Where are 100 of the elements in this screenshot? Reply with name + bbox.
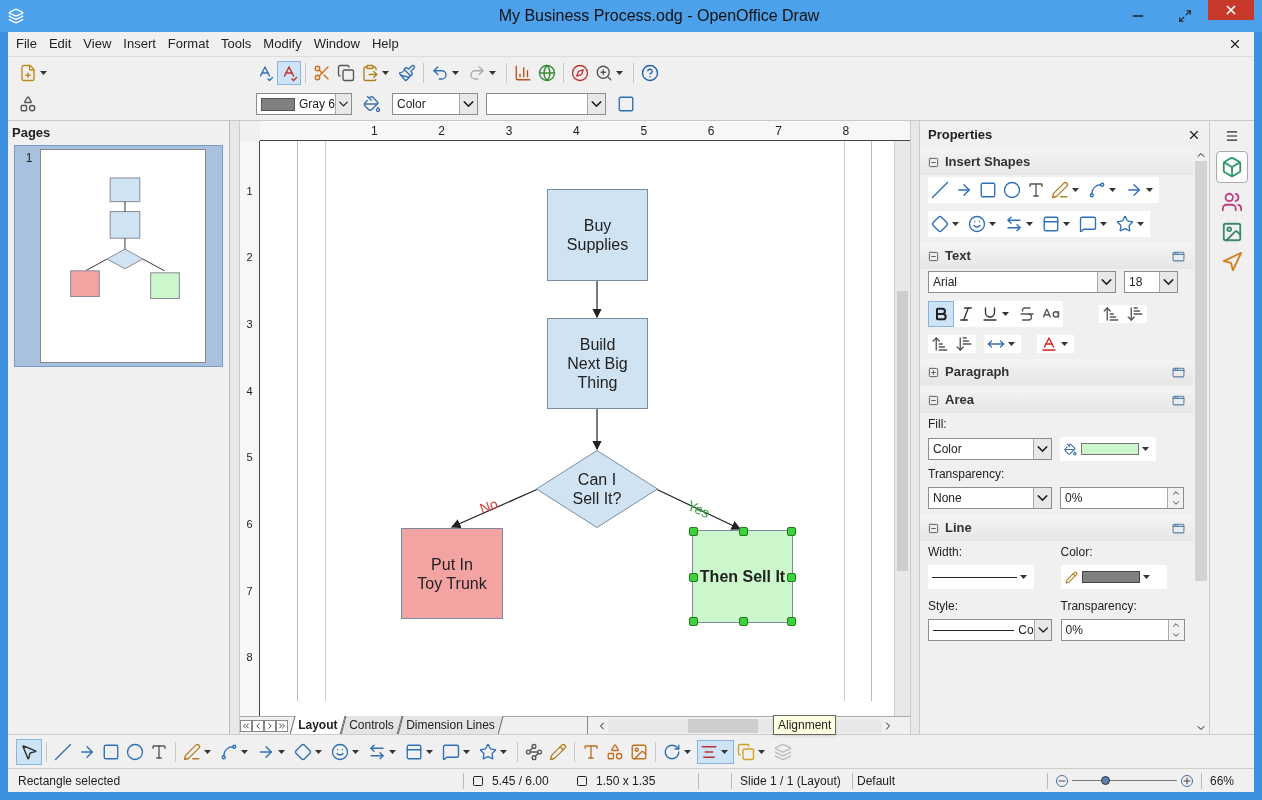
caret-icon[interactable] [40, 70, 47, 75]
caret-icon[interactable] [1020, 575, 1027, 579]
scrollbar-thumb[interactable] [1195, 161, 1207, 581]
caret-icon[interactable] [204, 749, 211, 754]
pencil-icon[interactable] [1064, 570, 1078, 584]
callout-icon[interactable] [442, 742, 460, 761]
page-thumbnail-item[interactable]: 1 [14, 145, 223, 367]
smiley-icon[interactable] [331, 742, 349, 761]
increase-font-icon[interactable] [1102, 305, 1120, 323]
globe-icon[interactable] [538, 63, 556, 82]
alignment-button[interactable] [697, 739, 734, 764]
line-style-dropdown[interactable]: Co [928, 619, 1052, 641]
close-icon[interactable] [1187, 128, 1201, 142]
bold-button[interactable] [928, 301, 954, 327]
collapse-icon[interactable] [928, 394, 939, 406]
arrow-icon[interactable] [955, 181, 973, 199]
line-icon[interactable] [54, 742, 72, 761]
chevron-down-icon[interactable] [1033, 488, 1051, 508]
copy-icon[interactable] [337, 63, 355, 82]
chevron-down-icon[interactable] [587, 94, 605, 114]
more-options-icon[interactable] [1172, 521, 1185, 535]
text-icon[interactable] [1027, 181, 1045, 199]
caret-icon[interactable] [1142, 447, 1149, 451]
menu-item[interactable]: Edit [44, 34, 76, 54]
menu-item[interactable]: Format [163, 34, 213, 54]
flowchart-icon[interactable] [405, 742, 423, 761]
spin-up-icon[interactable] [1171, 620, 1181, 630]
menu-item[interactable]: Help [367, 34, 403, 54]
decrease-font-icon[interactable] [1126, 305, 1144, 323]
gallery-icon[interactable] [1221, 191, 1243, 213]
transparency-dropdown[interactable]: None [928, 487, 1052, 509]
chevron-down-icon[interactable] [1097, 272, 1115, 292]
caret-icon[interactable] [426, 749, 433, 754]
strikethrough-icon[interactable] [1018, 305, 1036, 323]
rectangle-icon[interactable] [102, 742, 120, 761]
caret-icon[interactable] [278, 749, 285, 754]
caret-icon[interactable] [352, 749, 359, 754]
diamond-icon[interactable] [294, 742, 312, 761]
star-icon[interactable] [479, 742, 497, 761]
menu-item[interactable]: Window [309, 34, 364, 54]
font-name-dropdown[interactable]: Arial [928, 271, 1116, 293]
double-arrow-icon[interactable] [368, 742, 386, 761]
spin-up-icon[interactable] [1170, 488, 1181, 498]
font-color-icon[interactable] [1040, 335, 1058, 353]
line-color-dropdown[interactable] [1060, 565, 1167, 589]
caret-icon[interactable] [1142, 575, 1150, 579]
chevron-down-icon[interactable] [335, 94, 351, 114]
subscript-icon[interactable] [955, 335, 973, 353]
menu-icon[interactable] [1225, 129, 1239, 143]
selection-handle[interactable] [787, 617, 796, 626]
spin-down-icon[interactable] [1170, 498, 1181, 508]
drawing-canvas[interactable]: Buy Supplies Build Next Big Thing Can I Sell It? Put In Toy Trunk Then Sell It No Yes [260, 141, 910, 716]
transparency-field[interactable]: 0% [1060, 619, 1185, 641]
navigator-icon[interactable] [571, 63, 589, 82]
close-document-icon[interactable] [1228, 37, 1242, 51]
caret-icon[interactable] [452, 70, 459, 75]
selection-handle[interactable] [739, 617, 748, 626]
caret-icon[interactable] [489, 70, 496, 75]
image-icon[interactable] [630, 742, 648, 761]
selection-handle[interactable] [787, 573, 796, 582]
selection-handle[interactable] [787, 527, 796, 536]
styles-icon[interactable] [19, 95, 37, 113]
menu-item[interactable]: File [12, 34, 41, 54]
fill-dropdown[interactable]: Color [928, 438, 1052, 460]
line-color-dropdown[interactable]: Gray 6 [256, 93, 352, 115]
caret-icon[interactable] [616, 70, 623, 75]
selection-handle[interactable] [689, 617, 698, 626]
diamond-icon[interactable] [931, 215, 949, 233]
fontwork-icon[interactable] [582, 742, 600, 761]
caret-icon[interactable] [315, 749, 322, 754]
flowchart-icon[interactable] [1042, 215, 1060, 233]
arrow-icon[interactable] [1125, 181, 1143, 199]
cut-icon[interactable] [313, 63, 331, 82]
ellipse-icon[interactable] [126, 742, 144, 761]
vertical-scrollbar[interactable] [894, 141, 910, 716]
shapes-icon[interactable] [606, 742, 624, 761]
collapse-icon[interactable] [928, 250, 939, 262]
menu-item[interactable]: Insert [119, 34, 160, 54]
caret-icon[interactable] [758, 749, 765, 754]
bold-icon[interactable] [933, 306, 949, 322]
paintbrush-icon[interactable] [398, 63, 416, 82]
selection-handle[interactable] [689, 527, 698, 536]
selection-handle[interactable] [689, 573, 698, 582]
undo-icon[interactable] [431, 63, 449, 82]
underline-icon[interactable] [981, 305, 999, 323]
caret-icon[interactable] [1109, 188, 1116, 192]
connector-icon[interactable] [220, 742, 238, 761]
caret-icon[interactable] [463, 749, 470, 754]
caret-icon[interactable] [1063, 222, 1070, 226]
chevron-down-icon[interactable] [1033, 620, 1051, 640]
transparency-field[interactable]: 0% [1060, 487, 1184, 509]
caret-icon[interactable] [1146, 188, 1153, 192]
paint-bucket-icon[interactable] [363, 95, 381, 113]
caret-icon[interactable] [382, 70, 389, 75]
callout-icon[interactable] [1079, 215, 1097, 233]
zoom-icon[interactable] [595, 63, 613, 82]
paint-bucket-icon[interactable] [1064, 442, 1077, 456]
chevron-down-icon[interactable] [1159, 272, 1177, 292]
caret-icon[interactable] [684, 749, 691, 754]
caret-icon[interactable] [1008, 342, 1015, 346]
